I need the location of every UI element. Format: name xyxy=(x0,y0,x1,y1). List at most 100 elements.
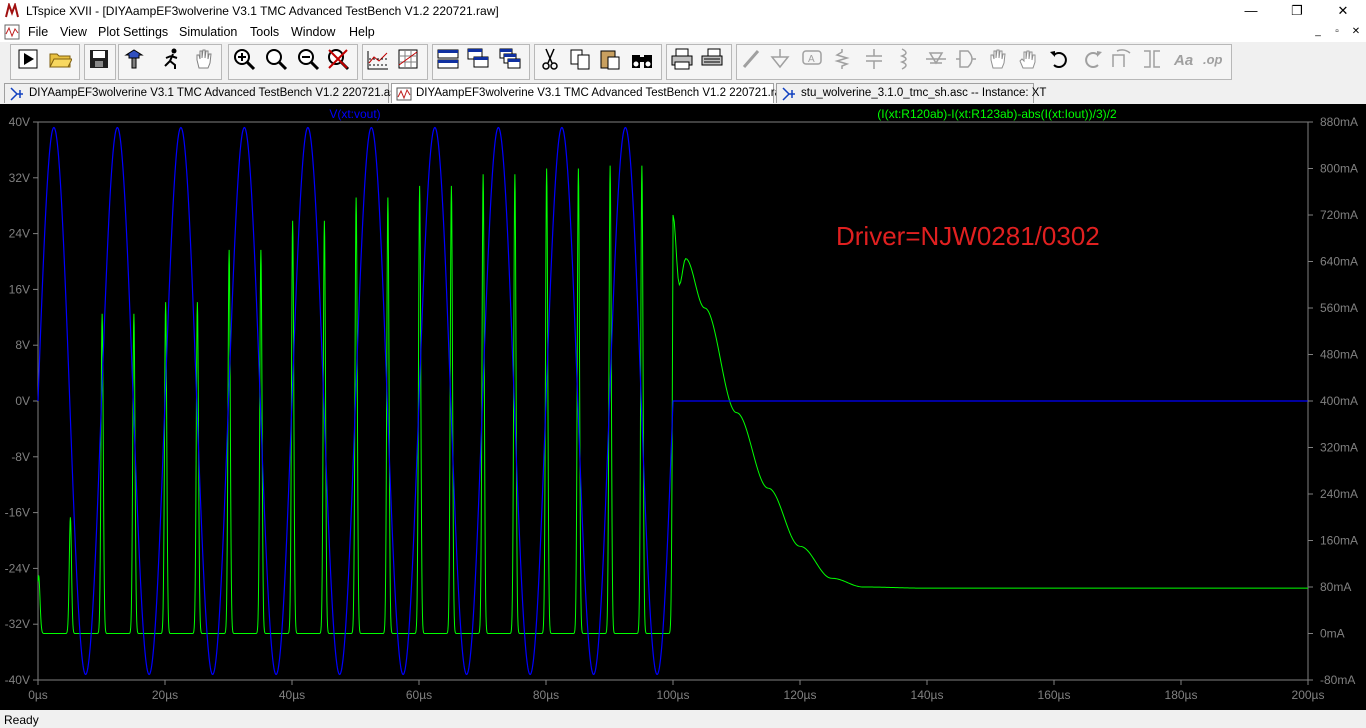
zoom-fit-icon[interactable] xyxy=(326,47,350,71)
diode-icon[interactable] xyxy=(924,47,948,71)
capacitor-icon[interactable] xyxy=(862,47,886,71)
tile-vertical-icon[interactable] xyxy=(466,47,490,71)
cut-icon[interactable] xyxy=(538,47,562,71)
run-halt-icon[interactable] xyxy=(160,47,184,71)
ground-icon[interactable] xyxy=(768,47,792,71)
y-right-tick-label: 560mA xyxy=(1320,301,1358,315)
mdi-close-button[interactable]: ✕ xyxy=(1348,26,1364,37)
tab-label: DIYAampEF3wolverine V3.1 TMC Advanced Te… xyxy=(416,87,790,99)
y-left-tick-label: 24V xyxy=(9,227,30,241)
menu-help[interactable]: Help xyxy=(349,25,375,39)
schematic-icon xyxy=(782,87,795,101)
y-left-tick-label: -32V xyxy=(5,617,30,631)
zoom-out-icon[interactable] xyxy=(296,47,320,71)
y-right-tick-label: 240mA xyxy=(1320,487,1358,501)
paste-icon[interactable] xyxy=(598,47,622,71)
minimize-button[interactable]: — xyxy=(1228,0,1274,22)
x-tick-label: 80µs xyxy=(533,688,559,702)
find-icon[interactable] xyxy=(630,47,654,71)
x-tick-label: 20µs xyxy=(152,688,178,702)
open-icon[interactable] xyxy=(48,47,72,71)
zoom-in-icon[interactable] xyxy=(232,47,256,71)
trace-label-current[interactable]: (I(xt:R120ab)-I(xt:R123ab)-abs(I(xt:Iout… xyxy=(877,107,1117,121)
waveform-doc-icon[interactable] xyxy=(4,24,20,40)
y-right-tick-label: 800mA xyxy=(1320,162,1358,176)
svg-text:Aa: Aa xyxy=(1173,52,1193,69)
cascade-icon[interactable] xyxy=(498,47,522,71)
driver-annotation: Driver=NJW0281/0302 xyxy=(836,221,1100,251)
y-left-tick-label: 8V xyxy=(15,338,30,352)
x-tick-label: 180µs xyxy=(1165,688,1198,702)
y-left-tick-label: -16V xyxy=(5,506,30,520)
x-tick-label: 40µs xyxy=(279,688,305,702)
tab-instance-xt[interactable]: stu_wolverine_3.1.0_tmc_sh.asc -- Instan… xyxy=(776,83,1046,103)
print-icon[interactable] xyxy=(670,47,694,71)
y-left-tick-label: 0V xyxy=(15,394,30,408)
ltspice-app-icon xyxy=(5,3,19,18)
pan-hand-icon[interactable] xyxy=(192,47,216,71)
window-title: LTspice XVII - [DIYAampEF3wolverine V3.1… xyxy=(26,4,499,18)
svg-text:A: A xyxy=(808,54,815,65)
control-panel-icon[interactable] xyxy=(122,47,146,71)
menu-simulation[interactable]: Simulation xyxy=(179,25,237,39)
label-icon[interactable]: A xyxy=(800,47,824,71)
undo-icon[interactable] xyxy=(1048,47,1072,71)
y-right-tick-label: 80mA xyxy=(1320,580,1351,594)
x-tick-label: 140µs xyxy=(911,688,944,702)
redo-icon[interactable] xyxy=(1080,47,1104,71)
y-left-tick-label: -40V xyxy=(5,673,30,687)
mdi-minimize-button[interactable]: _ xyxy=(1310,26,1326,37)
tab-label: stu_wolverine_3.1.0_tmc_sh.asc -- Instan… xyxy=(801,87,1047,99)
y-right-tick-label: 400mA xyxy=(1320,394,1358,408)
menu-plot-settings[interactable]: Plot Settings xyxy=(98,25,168,39)
copy-icon[interactable] xyxy=(568,47,592,71)
rotate-icon[interactable] xyxy=(1110,47,1134,71)
plot-grid-icon[interactable] xyxy=(396,47,420,71)
run-icon[interactable] xyxy=(16,47,40,71)
move-icon[interactable] xyxy=(986,47,1010,71)
mdi-restore-button[interactable]: ▫ xyxy=(1329,26,1345,37)
tab-waveform-raw[interactable]: DIYAampEF3wolverine V3.1 TMC Advanced Te… xyxy=(391,83,789,103)
x-tick-label: 0µs xyxy=(28,688,48,702)
y-right-tick-label: 480mA xyxy=(1320,348,1358,362)
save-icon[interactable] xyxy=(87,47,111,71)
y-right-tick-label: 640mA xyxy=(1320,255,1358,269)
y-left-tick-label: 16V xyxy=(9,282,30,296)
menu-window[interactable]: Window xyxy=(291,25,335,39)
text-icon[interactable]: Aa xyxy=(1172,47,1196,71)
document-tabs: DIYAampEF3wolverine V3.1 TMC Advanced Te… xyxy=(0,82,1366,105)
spice-directive-icon[interactable]: .op xyxy=(1202,47,1226,71)
waveform-plot[interactable]: 40V 32V 24V 16V 8V 0V -8V -16V -24V -32V -40V 880m… xyxy=(0,104,1366,710)
component-icon[interactable] xyxy=(954,47,978,71)
series-vout-trace xyxy=(37,126,1308,676)
mirror-icon[interactable] xyxy=(1140,47,1164,71)
print-setup-icon[interactable] xyxy=(700,47,724,71)
tab-schematic-asc[interactable]: DIYAampEF3wolverine V3.1 TMC Advanced Te… xyxy=(4,83,402,103)
close-button[interactable]: ✕ xyxy=(1320,0,1366,22)
tile-horizontal-icon[interactable] xyxy=(436,47,460,71)
x-tick-label: 60µs xyxy=(406,688,432,702)
resistor-icon[interactable] xyxy=(830,47,854,71)
menu-view[interactable]: View xyxy=(60,25,87,39)
tab-label: DIYAampEF3wolverine V3.1 TMC Advanced Te… xyxy=(29,87,402,99)
y-right-tick-label: 160mA xyxy=(1320,534,1358,548)
y-left-tick-label: 32V xyxy=(9,171,30,185)
title-bar: LTspice XVII - [DIYAampEF3wolverine V3.1… xyxy=(0,0,1366,22)
inductor-icon[interactable] xyxy=(892,47,916,71)
y-right-tick-label: 0mA xyxy=(1320,627,1345,641)
svg-text:.op: .op xyxy=(1203,52,1223,67)
status-text: Ready xyxy=(4,713,39,727)
y-right-tick-label: 320mA xyxy=(1320,441,1358,455)
zoom-box-icon[interactable] xyxy=(264,47,288,71)
menu-file[interactable]: File xyxy=(28,25,48,39)
waveform-icon xyxy=(396,87,412,101)
maximize-button[interactable]: ❐ xyxy=(1274,0,1320,22)
waveform-chart[interactable]: 40V 32V 24V 16V 8V 0V -8V -16V -24V -32V -40V 880m… xyxy=(0,104,1366,710)
trace-label-vout[interactable]: V(xt:vout) xyxy=(329,107,380,121)
toolbar: A Aa .op xyxy=(0,42,1366,82)
x-tick-label: 120µs xyxy=(784,688,817,702)
drag-icon[interactable] xyxy=(1016,47,1040,71)
autorange-icon[interactable] xyxy=(366,47,390,71)
wire-icon[interactable] xyxy=(740,47,764,71)
menu-tools[interactable]: Tools xyxy=(250,25,279,39)
